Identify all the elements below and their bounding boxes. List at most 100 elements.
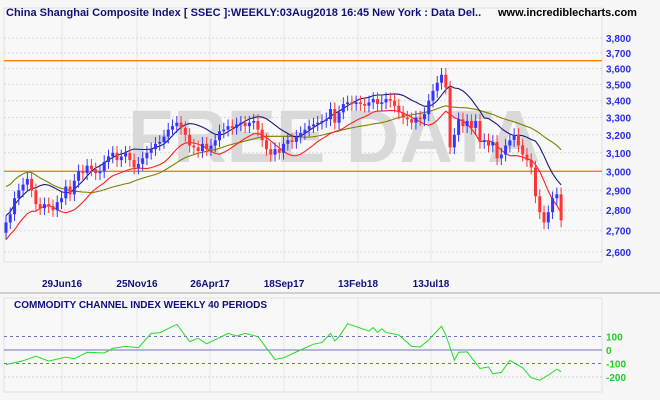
candle-body [102,161,106,172]
candle-body [17,190,21,199]
candle-body [136,163,140,168]
candle-body [418,117,422,120]
site-url[interactable]: www.incrediblecharts.com [497,7,637,19]
candle-body [213,140,217,146]
candle-body [205,143,209,150]
candle-body [8,214,12,223]
candle-body [188,134,192,146]
candle-body [512,134,516,141]
y-tick-label: 3,700 [606,49,631,60]
candle-body [316,122,320,125]
candle-body [333,109,337,123]
candle-body [414,117,418,123]
candle-body [256,120,260,130]
candle-body [158,141,162,144]
candle-body [115,152,119,161]
candle-body [243,122,247,127]
candle-body [474,120,478,128]
y-tick-label: 2,800 [606,206,631,217]
candle-body [341,104,345,113]
candle-body [521,145,525,155]
candle-body [132,160,136,168]
candle-body [222,129,226,132]
y-tick-label: 3,500 [606,80,631,91]
candle-body [371,99,375,103]
candle-body [286,140,290,144]
cci-tick-label: 0 [606,346,612,357]
candle-body [21,184,25,191]
candle-body [542,212,546,223]
candle-body [13,198,17,215]
candle-body [375,99,379,105]
candle-body [81,171,85,174]
candle-body [452,134,456,148]
cci-tick-label: -200 [606,373,626,384]
candle-body [171,126,175,130]
candle-body [431,90,435,101]
candle-body [25,178,29,185]
candle-body [435,82,439,91]
x-tick-label: 29Jun16 [42,279,82,290]
candle-body [269,149,273,155]
candle-body [367,102,371,106]
y-tick-label: 2,900 [606,186,631,197]
candle-body [141,158,145,164]
candle-body [469,120,473,128]
candle-body [94,169,98,174]
candle-body [89,165,93,170]
candle-body [529,160,533,168]
candle-body [239,122,243,125]
candle-body [282,143,286,153]
candle-body [384,99,388,103]
candle-body [162,136,166,142]
y-tick-label: 3,100 [606,149,631,160]
x-tick-label: 26Apr17 [190,279,230,290]
candle-body [218,131,221,141]
candle-body [559,194,563,221]
x-tick-label: 18Sep17 [264,279,305,290]
cci-panel: COMMODITY CHANNEL INDEX WEEKLY 40 PERIOD… [3,297,626,393]
candle-body [525,154,529,161]
candle-body [299,133,303,137]
candle-body [538,196,542,213]
candle-body [200,143,204,151]
candle-body [51,206,55,211]
candle-body [504,145,508,155]
candle-body [346,102,350,105]
candle-body [444,74,448,88]
candle-body [264,140,268,150]
candle-body [235,124,239,128]
candle-body [410,119,414,123]
candle-body [358,102,362,105]
candle-body [145,152,149,159]
candle-body [422,114,426,120]
cci-title: COMMODITY CHANNEL INDEX WEEKLY 40 PERIOD… [14,300,267,311]
candle-body [363,104,367,106]
candle-body [546,212,550,223]
candle-body [42,204,46,209]
candle-body [478,120,482,142]
y-tick-label: 2,600 [606,248,631,259]
candle-body [499,154,503,159]
y-tick-label: 2,700 [606,227,631,238]
candle-body [457,119,461,135]
y-tick-label: 3,200 [606,131,631,142]
candle-body [260,129,264,141]
candle-body [124,152,128,157]
candle-body [175,122,179,127]
candle-body [388,99,392,101]
y-tick-label: 3,300 [606,114,631,125]
candle-body [85,165,89,174]
candle-body [273,149,277,155]
candle-body [354,102,358,105]
candle-body [111,152,115,157]
x-tick-label: 13Feb18 [338,279,378,290]
candle-body [38,204,42,209]
candle-body [252,120,256,123]
candle-body [77,171,81,181]
candle-body [350,102,354,105]
chart-canvas: FREE DATA 2,6002,7002,8002,9003,0003,100… [0,7,660,393]
cci-tick-label: 100 [606,333,623,344]
y-tick-label: 3,400 [606,97,631,108]
y-tick-label: 3,600 [606,64,631,75]
